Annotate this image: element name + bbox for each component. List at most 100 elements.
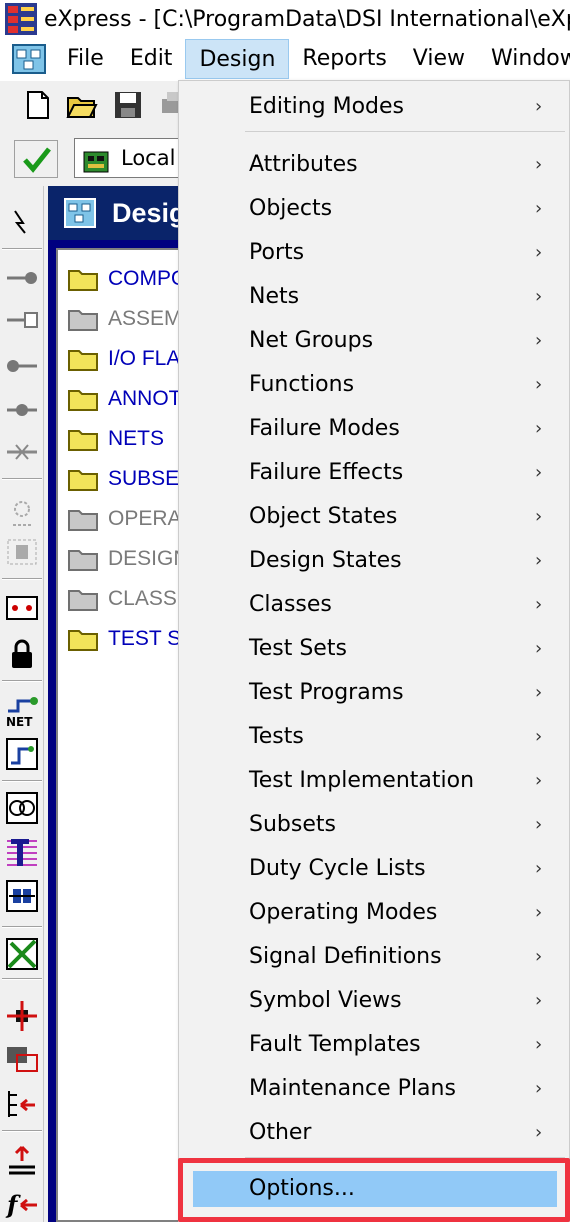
document-system-menu-icon[interactable] [12,44,46,74]
menu-item-failure-effects[interactable]: Failure Effects › [179,451,570,495]
tree-item-label: ASSEMBLIES [108,307,188,330]
menu-edit[interactable]: Edit [117,39,186,79]
palette-separator [2,780,42,782]
port-bidirectional-icon[interactable] [4,392,40,428]
loop-knot-icon[interactable] [4,790,40,826]
menu-item-subsets[interactable]: Subsets › [179,803,570,847]
tree-item[interactable]: I/O FLAGS [68,342,188,376]
submenu-arrow-icon: › [535,550,543,571]
menu-item-nets[interactable]: Nets › [179,275,570,319]
menu-item-objects[interactable]: Objects › [179,187,570,231]
port-input-icon[interactable] [4,260,40,296]
menu-item-label: Maintenance Plans [249,1076,456,1101]
tree-item[interactable]: ANNOTATIONS [68,382,188,416]
folder-icon [68,547,98,571]
disconnect-icon[interactable] [4,434,40,470]
menu-item-signal-definitions[interactable]: Signal Definitions › [179,935,570,979]
options-highlight-outline [178,1158,570,1222]
menu-item-label: Fault Templates [249,1032,421,1057]
menu-item-attributes[interactable]: Attributes › [179,143,570,187]
menu-item-maintenance-plans[interactable]: Maintenance Plans › [179,1067,570,1111]
design-menu-dropdown: Editing Modes › Attributes › Objects › Ports › N… [178,80,570,1222]
tree-item[interactable]: SUBSETS [68,462,188,496]
tree-arrow-icon[interactable] [4,1086,40,1122]
tree-item[interactable]: CLASSES [68,582,188,616]
menu-file[interactable]: File [54,39,117,79]
lock-icon[interactable] [4,636,40,672]
svg-text:NET: NET [6,715,33,727]
folder-icon [68,347,98,371]
menu-item-tests[interactable]: Tests › [179,715,570,759]
menu-item-failure-modes[interactable]: Failure Modes › [179,407,570,451]
submenu-arrow-icon: › [535,374,543,395]
component-icon[interactable] [4,878,40,914]
submenu-arrow-icon: › [535,286,543,307]
net-route-icon[interactable] [4,736,40,772]
palette-separator [2,1130,42,1132]
menu-design[interactable]: Design [185,39,290,79]
tree-item[interactable]: TEST SETS [68,622,188,656]
menu-item-object-states[interactable]: Object States › [179,495,570,539]
menu-item-label: Objects [249,196,333,221]
tree-item-label: DESIGN [108,547,188,570]
text-tool-icon[interactable] [4,834,40,870]
submenu-arrow-icon: › [535,814,543,835]
menu-item-functions[interactable]: Functions › [179,363,570,407]
cross-tool-icon[interactable] [4,936,40,972]
menu-item-symbol-views[interactable]: Symbol Views › [179,979,570,1023]
check-mark-icon[interactable] [14,140,58,178]
menu-item-design-states[interactable]: Design States › [179,539,570,583]
menu-item-ports[interactable]: Ports › [179,231,570,275]
move-object-icon[interactable] [4,998,40,1034]
context-toolbar: Local [0,132,184,184]
menu-view[interactable]: View [400,39,478,79]
select-pointer-icon[interactable] [4,204,40,240]
menu-item-test-sets[interactable]: Test Sets › [179,627,570,671]
menu-item-operating-modes[interactable]: Operating Modes › [179,891,570,935]
menu-reports[interactable]: Reports [289,39,399,79]
net-icon[interactable]: NET [4,692,40,728]
open-folder-icon[interactable] [66,89,98,121]
menu-item-label: Test Implementation [249,768,475,793]
menu-item-editing-modes[interactable]: Editing Modes › [179,85,570,129]
app-window: eXpress - [C:\ProgramData\DSI Internatio… [0,0,570,1222]
menu-item-other[interactable]: Other › [179,1111,570,1155]
tree-item[interactable]: COMPONENTS [68,262,188,296]
menu-item-test-programs[interactable]: Test Programs › [179,671,570,715]
port-box-icon[interactable] [4,302,40,338]
express-app-icon[interactable] [4,2,38,36]
circuit-board-icon [83,147,109,173]
menu-window[interactable]: Window [478,39,570,79]
function-icon[interactable]: f [4,1186,40,1222]
port-output-icon[interactable] [4,348,40,384]
overlap-boxes-icon[interactable] [4,1042,40,1078]
new-file-icon[interactable] [22,89,54,121]
menu-separator [245,131,565,132]
palette-separator [2,478,42,480]
palette-separator [2,680,42,682]
object-ghost-icon[interactable] [4,496,40,532]
tree-item[interactable]: ASSEMBLIES [68,302,188,336]
menu-item-fault-templates[interactable]: Fault Templates › [179,1023,570,1067]
menu-item-test-implementation[interactable]: Test Implementation › [179,759,570,803]
tree-item-label: TEST SETS [108,627,188,650]
connector-box-icon[interactable] [4,590,40,626]
bring-up-icon[interactable] [4,1142,40,1178]
tree-item[interactable]: OPERATING [68,502,188,536]
save-disk-icon[interactable] [112,89,144,121]
print-icon[interactable] [158,89,180,121]
menu-item-classes[interactable]: Classes › [179,583,570,627]
menu-item-label: Net Groups [249,328,374,353]
align-icon[interactable] [4,534,40,570]
tree-item[interactable]: NETS [68,422,164,456]
folder-icon [68,307,98,331]
scope-combo[interactable]: Local [74,138,184,178]
design-window-icon [64,198,96,228]
menu-item-label: Test Programs [249,680,404,705]
menu-item-net-groups[interactable]: Net Groups › [179,319,570,363]
submenu-arrow-icon: › [535,330,543,351]
tree-item[interactable]: DESIGN [68,542,188,576]
tree-item-label: ANNOTATIONS [108,387,188,410]
menu-item-duty-cycle-lists[interactable]: Duty Cycle Lists › [179,847,570,891]
submenu-arrow-icon: › [535,242,543,263]
